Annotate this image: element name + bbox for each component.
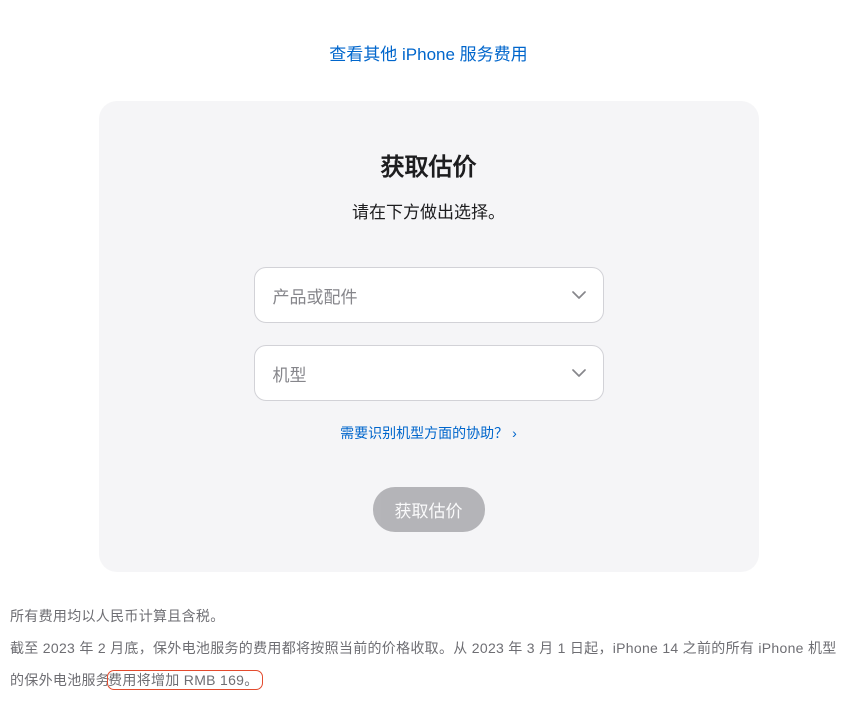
highlighted-price-increase: 费用将增加 RMB 169。 bbox=[107, 670, 262, 690]
footnotes: 所有费用均以人民币计算且含税。 截至 2023 年 2 月底，保外电池服务的费用… bbox=[10, 572, 847, 697]
model-select-placeholder: 机型 bbox=[273, 361, 307, 386]
card-subtitle: 请在下方做出选择。 bbox=[139, 198, 719, 223]
page-container: 查看其他 iPhone 服务费用 获取估价 请在下方做出选择。 产品或配件 机型… bbox=[0, 0, 857, 717]
card-title: 获取估价 bbox=[139, 147, 719, 182]
identify-model-help-link[interactable]: 需要识别机型方面的协助？› bbox=[340, 425, 517, 441]
chevron-right-icon: › bbox=[512, 425, 517, 441]
other-services-link[interactable]: 查看其他 iPhone 服务费用 bbox=[329, 45, 527, 64]
get-estimate-button[interactable]: 获取估价 bbox=[373, 487, 485, 532]
product-select-placeholder: 产品或配件 bbox=[273, 283, 358, 308]
estimate-card: 获取估价 请在下方做出选择。 产品或配件 机型 需要识别机型方面的协助？› 获取… bbox=[99, 101, 759, 572]
product-select[interactable]: 产品或配件 bbox=[254, 267, 604, 323]
footnote-tax: 所有费用均以人民币计算且含税。 bbox=[10, 600, 847, 632]
product-select-wrap: 产品或配件 bbox=[254, 267, 604, 323]
help-link-wrap: 需要识别机型方面的协助？› bbox=[139, 423, 719, 443]
top-link-wrap: 查看其他 iPhone 服务费用 bbox=[10, 40, 847, 65]
model-select[interactable]: 机型 bbox=[254, 345, 604, 401]
help-link-label: 需要识别机型方面的协助？ bbox=[340, 425, 508, 441]
footnote-price-change: 截至 2023 年 2 月底，保外电池服务的费用都将按照当前的价格收取。从 20… bbox=[10, 632, 847, 696]
model-select-wrap: 机型 bbox=[254, 345, 604, 401]
